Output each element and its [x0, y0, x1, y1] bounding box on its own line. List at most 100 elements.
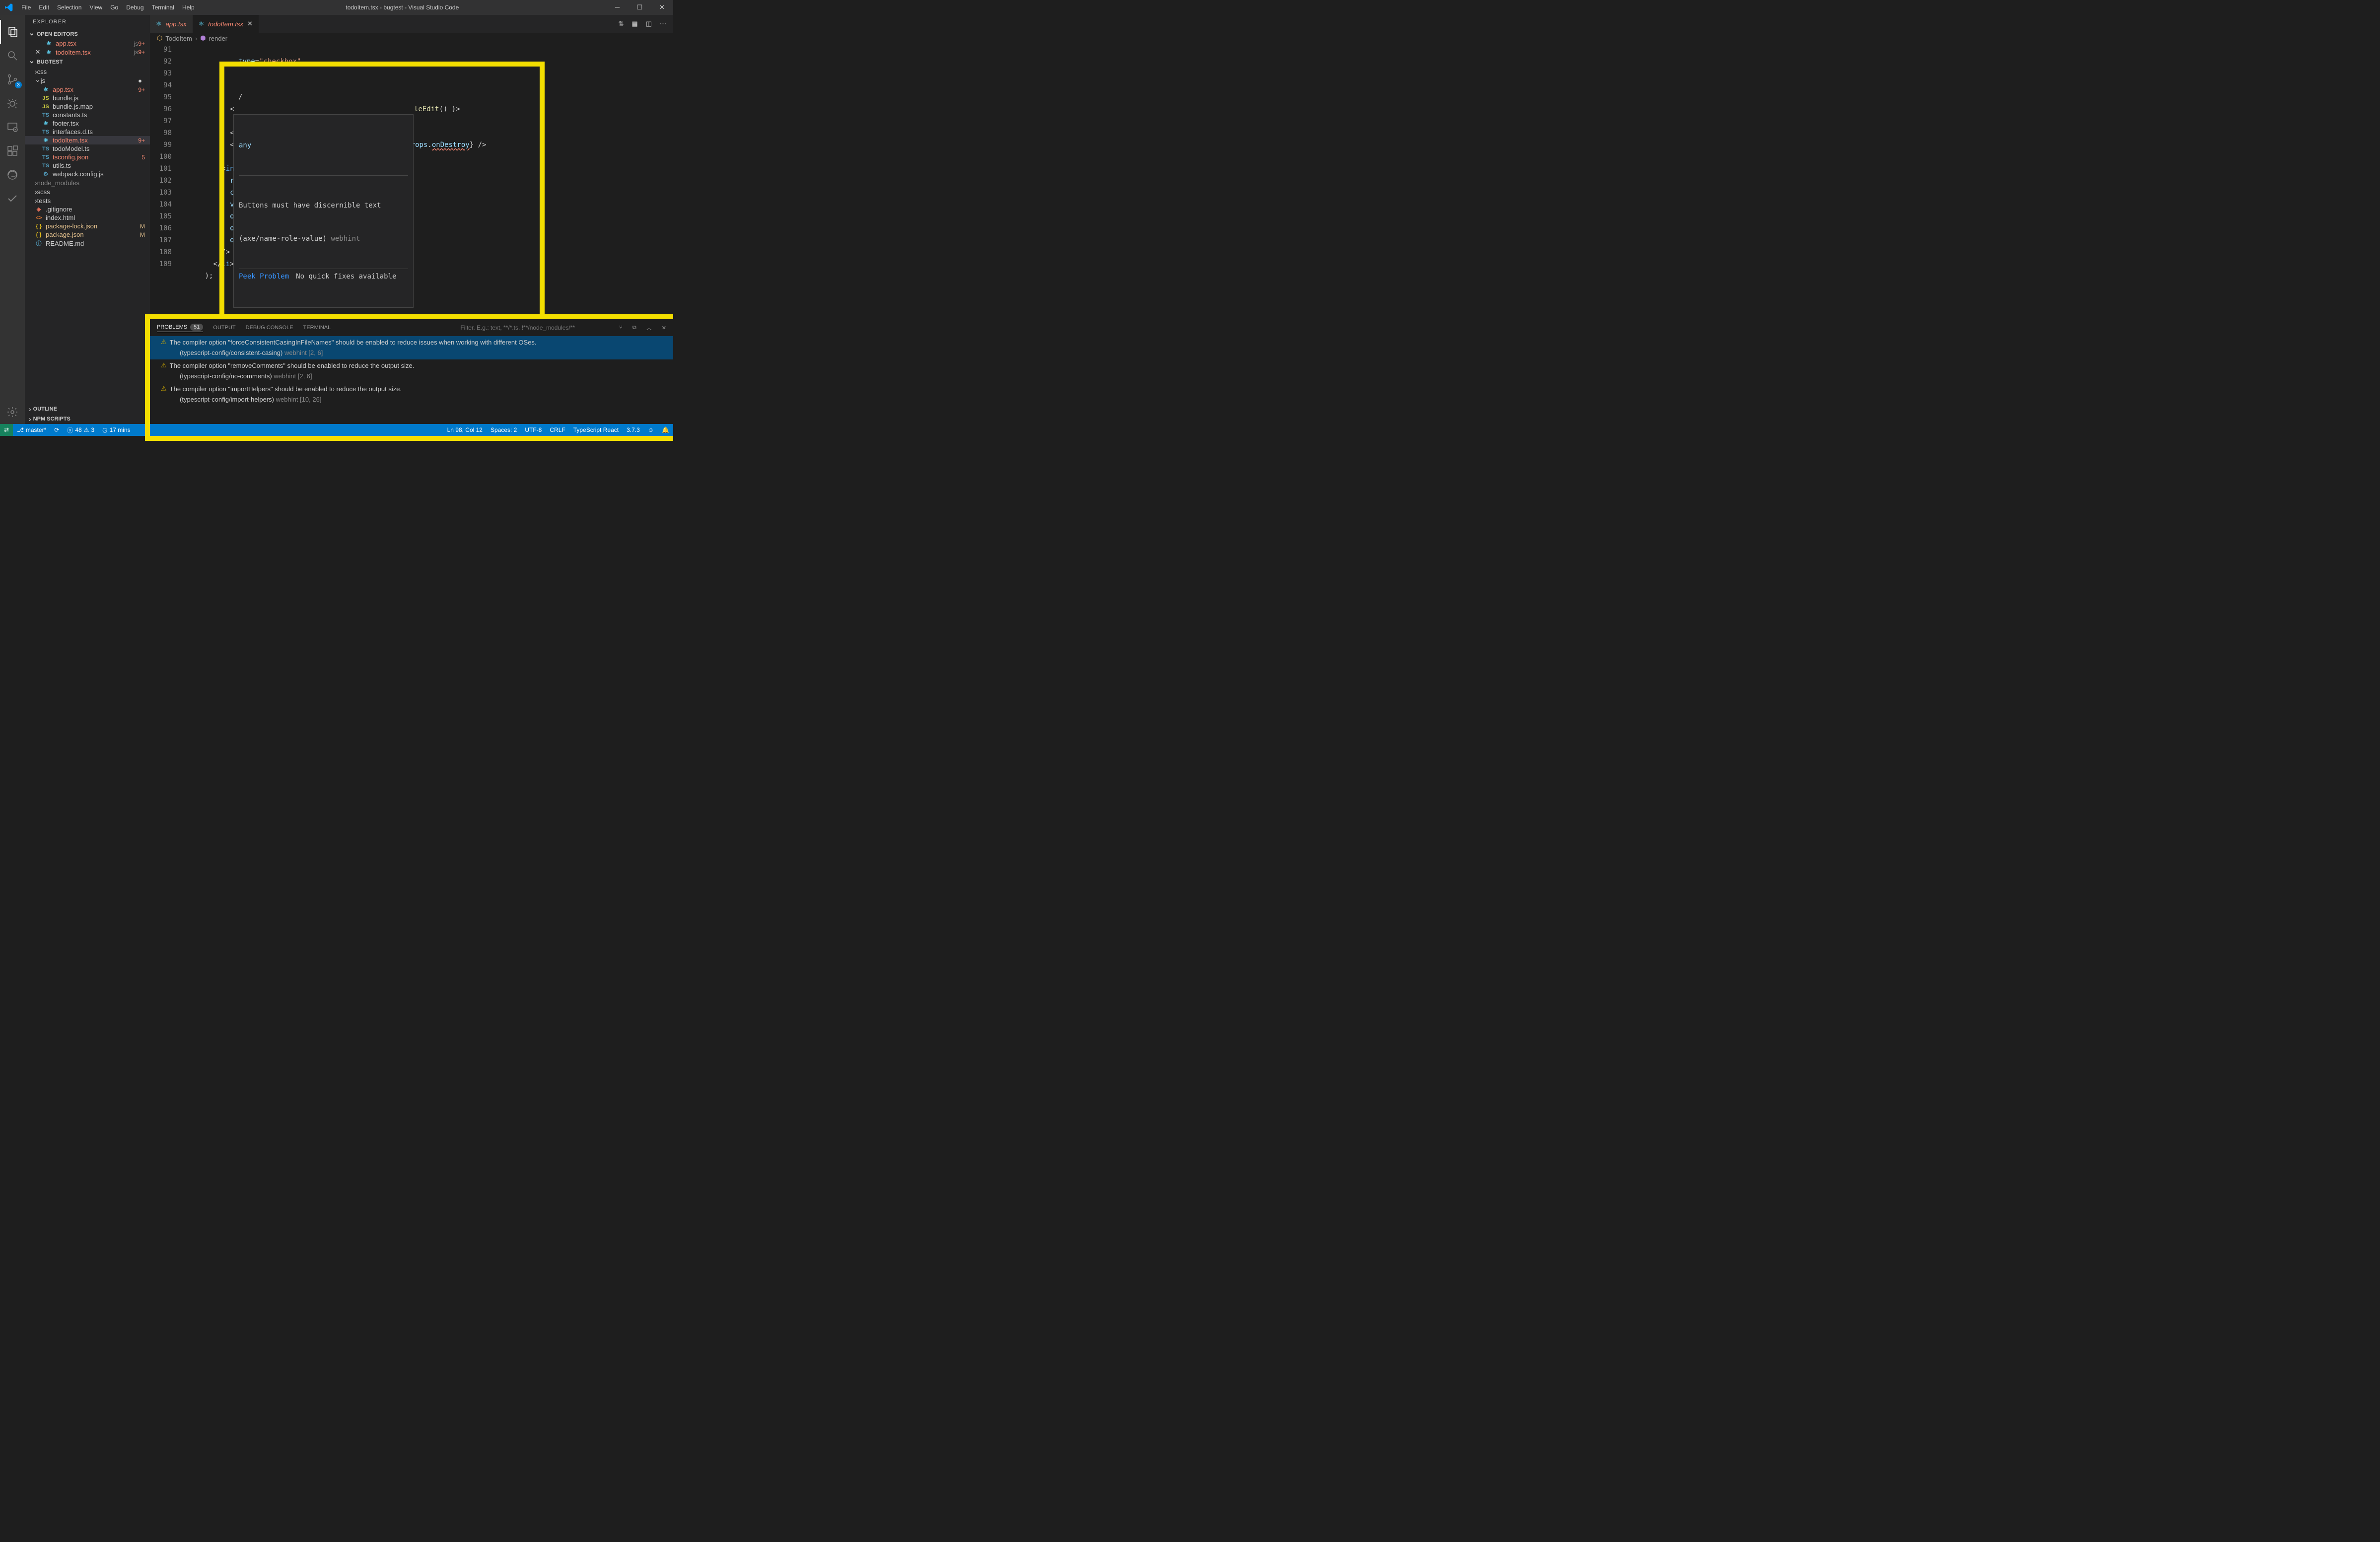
menu-debug[interactable]: Debug — [122, 4, 147, 11]
tree-item[interactable]: js ● — [25, 76, 150, 85]
open-editor-item[interactable]: ⚛ app.tsx js 9+ — [25, 39, 150, 48]
cursor-position[interactable]: Ln 98, Col 12 — [443, 426, 487, 433]
activity-extensions[interactable] — [0, 139, 25, 163]
badge: 9+ — [138, 86, 147, 93]
activity-explorer[interactable] — [0, 20, 25, 44]
feedback-icon[interactable]: ☺ — [644, 426, 658, 433]
tree-item[interactable]: ⓘ README.md — [25, 239, 150, 248]
activity-debug[interactable] — [0, 91, 25, 115]
file-label: todoItem.tsx — [56, 49, 132, 56]
activity-edge[interactable] — [0, 163, 25, 187]
open-editor-item[interactable]: ✕⚛ todoItem.tsx js 9+ — [25, 48, 150, 57]
menu-help[interactable]: Help — [178, 4, 199, 11]
tab-todoitem[interactable]: ⚛ todoItem.tsx ✕ — [193, 15, 259, 33]
chevron-up-icon[interactable]: ︿ — [646, 324, 652, 332]
minimize-button[interactable]: ─ — [606, 3, 629, 11]
sync-icon: ⟳ — [54, 426, 59, 433]
tab-app[interactable]: ⚛ app.tsx — [150, 15, 193, 33]
sync-button[interactable]: ⟳ — [50, 426, 63, 433]
tree-item[interactable]: { } package.json M — [25, 230, 150, 239]
compare-icon[interactable]: ⇅ — [619, 20, 624, 28]
react-icon: ⚛ — [156, 20, 162, 28]
menu-go[interactable]: Go — [106, 4, 122, 11]
breadcrumb-item[interactable]: render — [209, 35, 228, 42]
file-label: css — [37, 68, 145, 75]
tree-item[interactable]: JS bundle.js.map — [25, 102, 150, 111]
tree-item[interactable]: TS tsconfig.json 5 — [25, 153, 150, 161]
problems-filter-input[interactable] — [460, 324, 609, 331]
panel-tab-problems[interactable]: PROBLEMS 51 — [157, 324, 203, 332]
menu-edit[interactable]: Edit — [35, 4, 53, 11]
remote-button[interactable]: ⇄ — [0, 424, 13, 436]
tree-item[interactable]: TS constants.ts — [25, 111, 150, 119]
panel-tab-output[interactable]: OUTPUT — [213, 325, 235, 331]
close-panel-icon[interactable]: ✕ — [662, 325, 666, 331]
menu-view[interactable]: View — [85, 4, 106, 11]
activity-search[interactable] — [0, 44, 25, 68]
eol-status[interactable]: CRLF — [546, 426, 569, 433]
peek-problem-link[interactable]: Peek Problem — [239, 271, 289, 282]
menu-selection[interactable]: Selection — [53, 4, 85, 11]
grid-icon[interactable]: ▦ — [631, 20, 637, 28]
activity-scm[interactable]: 3 — [0, 68, 25, 91]
menu-terminal[interactable]: Terminal — [148, 4, 178, 11]
activity-settings[interactable] — [0, 400, 25, 424]
tree-item[interactable]: ⚛ todoItem.tsx 9+ — [25, 136, 150, 144]
panel-tab-debug[interactable]: DEBUG CONSOLE — [246, 325, 293, 331]
section-npm[interactable]: NPM SCRIPTS — [25, 414, 150, 424]
file-label: package-lock.json — [46, 222, 140, 230]
badge: M — [140, 231, 147, 238]
panel-tab-terminal[interactable]: TERMINAL — [303, 325, 331, 331]
file-label: app.tsx — [53, 86, 138, 93]
tree-item[interactable]: node_modules — [25, 178, 150, 187]
breadcrumb[interactable]: ⬡ TodoItem › ⬢ render — [150, 33, 673, 44]
section-outline[interactable]: OUTLINE — [25, 404, 150, 414]
tree-item[interactable]: css — [25, 67, 150, 76]
chevron-down-icon — [35, 76, 41, 85]
more-icon[interactable]: ⋯ — [660, 20, 666, 28]
section-open-editors[interactable]: OPEN EDITORS — [25, 29, 150, 39]
editor[interactable]: 9192939495969798991001011021031041051061… — [150, 44, 673, 319]
git-branch[interactable]: ⎇master* — [13, 426, 50, 433]
filter-icon[interactable]: ⑂ — [619, 325, 623, 331]
warning-icon: ⚠ — [161, 361, 167, 369]
ts-version[interactable]: 3.7.3 — [623, 426, 644, 433]
indent-status[interactable]: Spaces: 2 — [487, 426, 521, 433]
tree-item[interactable]: TS utils.ts — [25, 161, 150, 170]
code-content[interactable]: type="checkbox" / < leEdit() }> < <butto… — [180, 44, 673, 319]
menu-file[interactable]: File — [17, 4, 35, 11]
tree-item[interactable]: ⚙ webpack.config.js — [25, 170, 150, 178]
tree-item[interactable]: <> index.html — [25, 213, 150, 222]
tree-item[interactable]: ◈ .gitignore — [25, 205, 150, 213]
collapse-icon[interactable]: ⧉ — [632, 325, 636, 331]
breadcrumb-item[interactable]: TodoItem — [165, 35, 192, 42]
tree-item[interactable]: tests — [25, 196, 150, 205]
notifications-icon[interactable]: 🔔 — [658, 426, 673, 433]
activity-check[interactable] — [0, 187, 25, 210]
close-icon[interactable]: ✕ — [247, 20, 253, 28]
hover-message: Buttons must have discernible text — [239, 200, 408, 211]
activity-remote[interactable] — [0, 115, 25, 139]
close-button[interactable]: ✕ — [651, 3, 673, 11]
tree-item[interactable]: ⚛ app.tsx 9+ — [25, 85, 150, 94]
time-tracker[interactable]: ◷17 mins — [98, 426, 135, 433]
tree-item[interactable]: JS bundle.js — [25, 94, 150, 102]
problem-row[interactable]: ⚠ The compiler option "forceConsistentCa… — [150, 336, 673, 348]
tree-item[interactable]: TS interfaces.d.ts — [25, 128, 150, 136]
close-icon[interactable]: ✕ — [34, 48, 42, 56]
split-icon[interactable]: ◫ — [646, 20, 652, 28]
section-workspace[interactable]: BUGTEST — [25, 57, 150, 67]
language-status[interactable]: TypeScript React — [569, 426, 623, 433]
file-label: constants.ts — [53, 111, 145, 119]
tree-item[interactable]: { } package-lock.json M — [25, 222, 150, 230]
problem-row[interactable]: ⚠ The compiler option "removeComments" s… — [150, 359, 673, 371]
class-icon: ⬡ — [157, 34, 162, 42]
encoding-status[interactable]: UTF-8 — [521, 426, 546, 433]
problem-row[interactable]: ⚠ The compiler option "importHelpers" sh… — [150, 383, 673, 395]
tree-item[interactable]: TS todoModel.ts — [25, 144, 150, 153]
tree-item[interactable]: ⚛ footer.tsx — [25, 119, 150, 128]
problem-message: The compiler option "importHelpers" shou… — [170, 385, 402, 393]
problems-status[interactable]: ⓧ48 ⚠3 — [63, 426, 98, 434]
tree-item[interactable]: scss — [25, 187, 150, 196]
maximize-button[interactable]: ☐ — [629, 3, 651, 11]
